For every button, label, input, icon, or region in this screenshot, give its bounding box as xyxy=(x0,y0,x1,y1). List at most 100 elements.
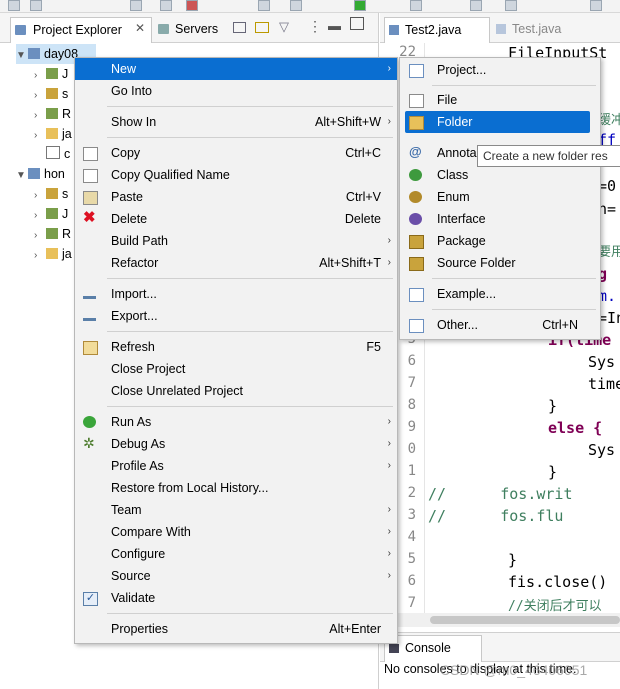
menu-item-refresh[interactable]: Refresh F5 xyxy=(75,336,397,358)
package-icon xyxy=(409,235,424,249)
menu-separator xyxy=(107,278,393,279)
menu-item-label: Paste xyxy=(111,190,143,204)
checkbox-icon: ✓ xyxy=(83,592,98,606)
submenu-item-label: Package xyxy=(437,234,486,248)
tree-item[interactable]: › J xyxy=(34,64,68,84)
menu-item-label: Compare With xyxy=(111,525,191,539)
other-icon xyxy=(409,319,424,333)
tab-servers-label: Servers xyxy=(175,22,219,36)
submenu-item-source-folder[interactable]: Source Folder xyxy=(400,252,600,274)
menu-item-accelerator: F5 xyxy=(366,340,381,354)
settings-icon[interactable] xyxy=(505,0,517,11)
chevron-right-icon[interactable]: › xyxy=(34,206,46,226)
chevron-right-icon[interactable]: › xyxy=(34,106,46,126)
code-line: =In xyxy=(598,309,620,327)
save-icon[interactable] xyxy=(8,0,20,11)
tree-item[interactable]: › s xyxy=(34,184,68,204)
submenu-item-class[interactable]: Class xyxy=(400,164,600,186)
tree-item-hon[interactable]: ▼ hon xyxy=(16,164,65,184)
debug-run-icon[interactable] xyxy=(130,0,142,11)
step-return-icon[interactable] xyxy=(290,0,302,11)
menu-item-show-in[interactable]: Show In Alt+Shift+W › xyxy=(75,111,397,133)
folder-icon xyxy=(409,116,424,130)
tree-item[interactable]: › ja xyxy=(34,124,72,144)
menu-item-build-path[interactable]: Build Path › xyxy=(75,230,397,252)
step-over-icon[interactable] xyxy=(258,0,270,11)
step-icon[interactable] xyxy=(160,0,172,11)
menu-item-team[interactable]: Team › xyxy=(75,499,397,521)
print-icon[interactable] xyxy=(30,0,42,11)
menu-item-run-as[interactable]: Run As › xyxy=(75,411,397,433)
menu-item-compare-with[interactable]: Compare With › xyxy=(75,521,397,543)
xml-file-icon xyxy=(46,146,60,159)
menu-item-profile-as[interactable]: Profile As › xyxy=(75,455,397,477)
chevron-right-icon[interactable]: › xyxy=(34,186,46,206)
class-icon xyxy=(409,169,422,181)
menu-item-copy-qualified-name[interactable]: Copy Qualified Name xyxy=(75,164,397,186)
tree-item[interactable]: › R xyxy=(34,104,71,124)
search-toolbar-icon[interactable] xyxy=(590,0,602,11)
tab-test-java[interactable]: Test.java xyxy=(494,17,584,42)
menu-item-copy[interactable]: Copy Ctrl+C xyxy=(75,142,397,164)
menu-item-close-unrelated-project[interactable]: Close Unrelated Project xyxy=(75,380,397,402)
menu-item-go-into[interactable]: Go Into xyxy=(75,80,397,102)
tree-item[interactable]: › J xyxy=(34,204,68,224)
submenu-item-folder[interactable]: Folder xyxy=(405,111,590,133)
submenu-item-enum[interactable]: Enum xyxy=(400,186,600,208)
submenu-item-interface[interactable]: Interface xyxy=(400,208,600,230)
chevron-down-icon[interactable]: ▼ xyxy=(16,46,28,66)
run-button-icon[interactable] xyxy=(354,0,366,11)
chevron-right-icon[interactable]: › xyxy=(34,126,46,146)
chevron-right-icon[interactable]: › xyxy=(34,226,46,246)
tree-item[interactable]: › R xyxy=(34,224,71,244)
source-folder-icon xyxy=(409,257,424,271)
open-type-icon[interactable] xyxy=(470,0,482,11)
import-icon xyxy=(83,288,96,299)
submenu-item-example[interactable]: Example... xyxy=(400,283,600,305)
menu-item-debug-as[interactable]: ✲ Debug As › xyxy=(75,433,397,455)
menu-item-export[interactable]: Export... xyxy=(75,305,397,327)
filter-icon[interactable]: ▽ xyxy=(279,19,289,35)
tree-item[interactable]: › ja xyxy=(34,244,72,264)
menu-item-delete[interactable]: ✖ Delete Delete xyxy=(75,208,397,230)
view-menu-icon[interactable]: ⋮ xyxy=(308,18,322,35)
stop-icon[interactable] xyxy=(186,0,198,11)
tree-item[interactable]: › s xyxy=(34,84,68,104)
menu-item-configure[interactable]: Configure › xyxy=(75,543,397,565)
chevron-right-icon[interactable]: › xyxy=(34,66,46,86)
menu-item-paste[interactable]: Paste Ctrl+V xyxy=(75,186,397,208)
tree-item-label: J xyxy=(62,67,69,81)
menu-item-new[interactable]: New › xyxy=(75,58,397,80)
code-line: } xyxy=(548,397,558,415)
export-icon xyxy=(83,310,96,321)
menu-item-refactor[interactable]: Refactor Alt+Shift+T › xyxy=(75,252,397,274)
editor-horizontal-scrollbar[interactable] xyxy=(380,613,620,627)
minimize-icon[interactable]: ▬ xyxy=(328,18,341,33)
submenu-item-package[interactable]: Package xyxy=(400,230,600,252)
menu-separator xyxy=(107,406,393,407)
menu-item-source[interactable]: Source › xyxy=(75,565,397,587)
chevron-right-icon[interactable]: › xyxy=(34,246,46,266)
submenu-item-project[interactable]: Project... xyxy=(400,59,600,81)
tab-test2-java[interactable]: Test2.java xyxy=(384,17,490,43)
tree-item[interactable]: c xyxy=(46,144,70,164)
collapse-all-icon[interactable] xyxy=(233,22,246,33)
close-icon[interactable]: ✕ xyxy=(135,21,145,35)
tab-console[interactable]: Console xyxy=(384,635,482,662)
tab-project-explorer[interactable]: Project Explorer ✕ xyxy=(10,17,152,43)
file-icon xyxy=(409,94,424,108)
project-explorer-icon xyxy=(15,25,26,35)
chevron-right-icon[interactable]: › xyxy=(34,86,46,106)
submenu-item-other[interactable]: Other... Ctrl+N xyxy=(400,314,600,336)
link-with-editor-icon[interactable] xyxy=(255,22,269,33)
menu-item-validate[interactable]: ✓ Validate xyxy=(75,587,397,609)
chevron-down-icon[interactable]: ▼ xyxy=(16,166,28,186)
submenu-item-file[interactable]: File xyxy=(400,89,600,111)
menu-item-restore-local-history[interactable]: Restore from Local History... xyxy=(75,477,397,499)
menu-item-close-project[interactable]: Close Project xyxy=(75,358,397,380)
menu-item-properties[interactable]: Properties Alt+Enter xyxy=(75,618,397,640)
external-tools-icon[interactable] xyxy=(410,0,422,11)
maximize-icon[interactable] xyxy=(350,17,364,30)
scrollbar-thumb[interactable] xyxy=(430,616,620,624)
menu-item-import[interactable]: Import... xyxy=(75,283,397,305)
